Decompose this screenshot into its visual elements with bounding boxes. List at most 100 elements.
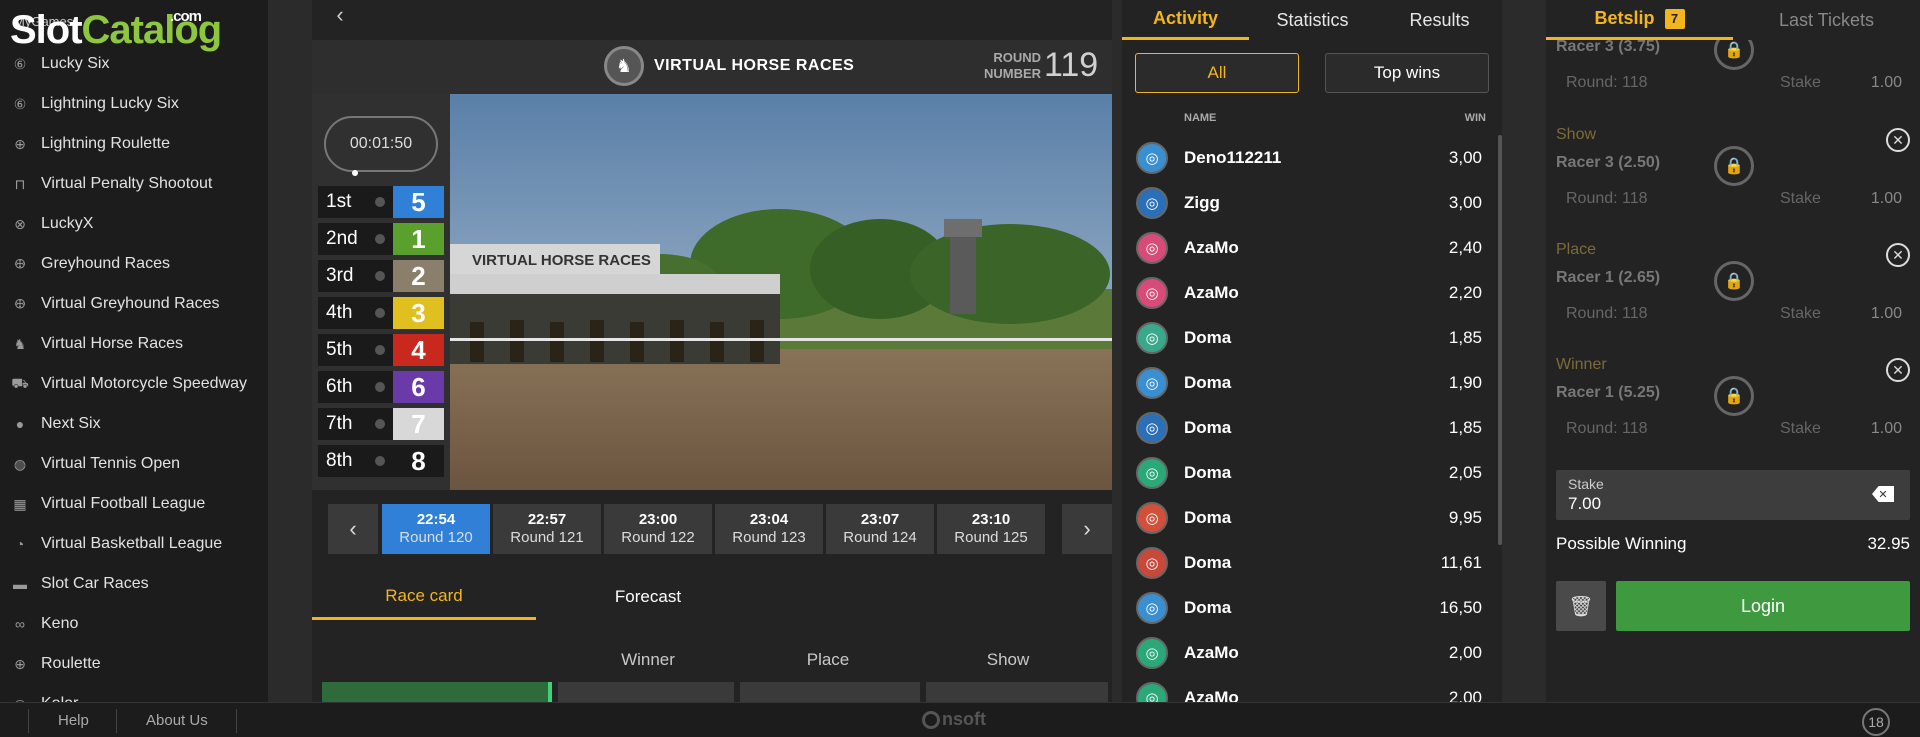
bet-round: Round: 118 (1566, 420, 1648, 437)
sidebar-item[interactable]: ⊓ Virtual Penalty Shootout (0, 164, 268, 204)
win-value: 2,00 (1448, 687, 1482, 703)
bet-stake: 1.00 (1870, 420, 1902, 437)
sidebar-item[interactable]: ⛟ Virtual Motorcycle Speedway (0, 364, 268, 404)
schedule-round[interactable]: 23:00 Round 122 (604, 504, 712, 554)
tennis-icon: ◍ (13, 455, 27, 472)
sidebar-item[interactable]: 𐃏 Virtual Greyhound Races (0, 284, 268, 324)
activity-row: ◎ AzaMo 2,20 (1122, 270, 1498, 315)
stake-input[interactable]: Stake 7.00 ✕ (1556, 470, 1910, 520)
player-name: Doma (1184, 417, 1232, 437)
round-label: Round 124 (843, 529, 917, 546)
motorcycle-icon: ⛟ (11, 374, 29, 391)
sidebar-item[interactable]: ∞ Keno (0, 604, 268, 644)
lock-icon: 🔒 (1714, 40, 1754, 70)
schedule-round[interactable]: 22:54 Round 120 (382, 504, 490, 554)
schedule-next-icon[interactable]: › (1062, 504, 1112, 554)
bet-list: Racer 3 (3.75) 🔒 Round: 118 Stake 1.00 Show ✕ R… (1546, 40, 1920, 460)
game-area: ‹ ♞ VIRTUAL HORSE RACES ROUNDNUMBER 119 (312, 0, 1112, 702)
tab-forecast[interactable]: Forecast (536, 574, 760, 620)
round-schedule: ‹ › 22:54 Round 120 22:57 Round 121 23:00 Rou… (328, 504, 1112, 554)
standing-row: 7th 7 (318, 408, 444, 440)
tab-betslip[interactable]: Betslip 7 (1546, 0, 1733, 40)
bet-type: Winner (1556, 356, 1607, 373)
place-label: 6th (318, 371, 393, 403)
sidebar-item-label: Virtual Greyhound Races (41, 295, 220, 312)
player-name: Doma (1184, 552, 1232, 572)
place-label: 5th (318, 334, 393, 366)
tab-statistics[interactable]: Statistics (1249, 0, 1376, 40)
sidebar-item[interactable]: ⊕ Lightning Roulette (0, 124, 268, 164)
lock-icon: 🔒 (1714, 261, 1754, 301)
sidebar-item-label: LuckyX (41, 215, 94, 232)
activity-panel: Activity Statistics Results All Top wins N… (1122, 0, 1502, 702)
sidebar-item[interactable]: ⑥ Lightning Lucky Six (0, 84, 268, 124)
user-avatar-icon: ◎ (1136, 321, 1168, 354)
remove-bet-icon[interactable]: ✕ (1886, 128, 1910, 152)
standing-row: 5th 4 (318, 334, 444, 366)
about-us-link[interactable]: About Us (146, 712, 208, 729)
round-time: 23:04 (749, 511, 789, 528)
tab-race-card[interactable]: Race card (312, 574, 536, 620)
race-scene: VIRTUAL HORSE RACES (450, 94, 1112, 490)
odds-row[interactable] (322, 682, 1112, 702)
place-label: 1st (318, 186, 393, 218)
stake-value[interactable]: 7.00 (1568, 494, 1601, 514)
sidebar-item[interactable]: 𐃏 Greyhound Races (0, 244, 268, 284)
sidebar-item[interactable]: ▦ Virtual Football League (0, 484, 268, 524)
win-value: 11,61 (1440, 552, 1482, 572)
games-list: ⑥ Lucky Six ⑥ Lightning Lucky Six ⊕ Lightning… (0, 44, 268, 702)
help-link[interactable]: Help (58, 712, 89, 729)
remove-bet-icon[interactable]: ✕ (1886, 243, 1910, 267)
odds-column-header: Show (986, 650, 1030, 669)
win-value: 1,85 (1448, 327, 1482, 347)
tab-results[interactable]: Results (1376, 0, 1502, 40)
player-name: Deno112211 (1184, 147, 1282, 167)
schedule-round[interactable]: 23:04 Round 123 (715, 504, 823, 554)
place-label: 7th (318, 408, 393, 440)
sidebar-item[interactable]: ◉Kolor (0, 684, 268, 702)
schedule-round[interactable]: 23:07 Round 124 (826, 504, 934, 554)
schedule-round[interactable]: 22:57 Round 121 (493, 504, 601, 554)
activity-row: ◎ Doma 9,95 (1122, 495, 1498, 540)
horse-head-icon: ♞ (604, 46, 644, 86)
win-value: 2,00 (1448, 642, 1482, 662)
sidebar-item[interactable]: ● Next Six (0, 404, 268, 444)
standing-row: 8th 8 (318, 445, 444, 477)
racer-number: 5 (393, 186, 444, 218)
remove-bet-icon[interactable]: ✕ (1886, 358, 1910, 382)
round-time: 23:00 (638, 511, 678, 528)
filter-all-button[interactable]: All (1135, 53, 1299, 93)
sidebar-item[interactable]: ▬ Slot Car Races (0, 564, 268, 604)
age-restriction-badge: 18 (1862, 708, 1890, 736)
trash-icon[interactable]: 🗑 (1556, 581, 1606, 631)
sidebar-item[interactable]: ♞ Virtual Horse Races (0, 324, 268, 364)
sidebar-item[interactable]: ⊕ Roulette (0, 644, 268, 684)
sidebar-item[interactable]: ◍ Virtual Tennis Open (0, 444, 268, 484)
bet-round: Round: 118 (1566, 74, 1648, 91)
backspace-icon[interactable]: ✕ (1872, 486, 1894, 502)
racer-number: 7 (393, 408, 444, 440)
back-arrow-icon[interactable]: ‹ (320, 0, 360, 30)
tab-last-tickets[interactable]: Last Tickets (1733, 0, 1920, 40)
sidebar-item[interactable]: ⊗ LuckyX (0, 204, 268, 244)
bet-stake-label: Stake (1780, 190, 1821, 207)
schedule-round[interactable]: 23:10 Round 125 (937, 504, 1045, 554)
round-number-label: ROUND NUMBER (984, 50, 1042, 81)
filter-top-wins-button[interactable]: Top wins (1325, 53, 1489, 93)
schedule-prev-icon[interactable]: ‹ (328, 504, 378, 554)
round-label: Round 123 (732, 529, 806, 546)
player-name: AzaMo (1184, 282, 1239, 302)
luckyx-icon: ⊗ (14, 215, 26, 232)
sidebar-item-label: Virtual Penalty Shootout (41, 175, 213, 192)
lock-icon: 🔒 (1714, 146, 1754, 186)
activity-list: ◎ Deno112211 3,00 ◎ Zigg 3,00 ◎ AzaMo 2,40 ◎ AzaMo… (1122, 135, 1498, 702)
win-value: 2,05 (1448, 462, 1482, 482)
login-button[interactable]: Login (1616, 581, 1910, 631)
activity-scrollbar[interactable] (1498, 135, 1502, 545)
sidebar-item[interactable]: ◔ Virtual Basketball League (0, 524, 268, 564)
round-time: 23:07 (860, 511, 900, 528)
game-brand: ♞ VIRTUAL HORSE RACES (604, 46, 854, 86)
activity-row: ◎ AzaMo 2,40 (1122, 225, 1498, 270)
user-avatar-icon: ◎ (1136, 366, 1168, 399)
tab-activity[interactable]: Activity (1122, 0, 1249, 40)
